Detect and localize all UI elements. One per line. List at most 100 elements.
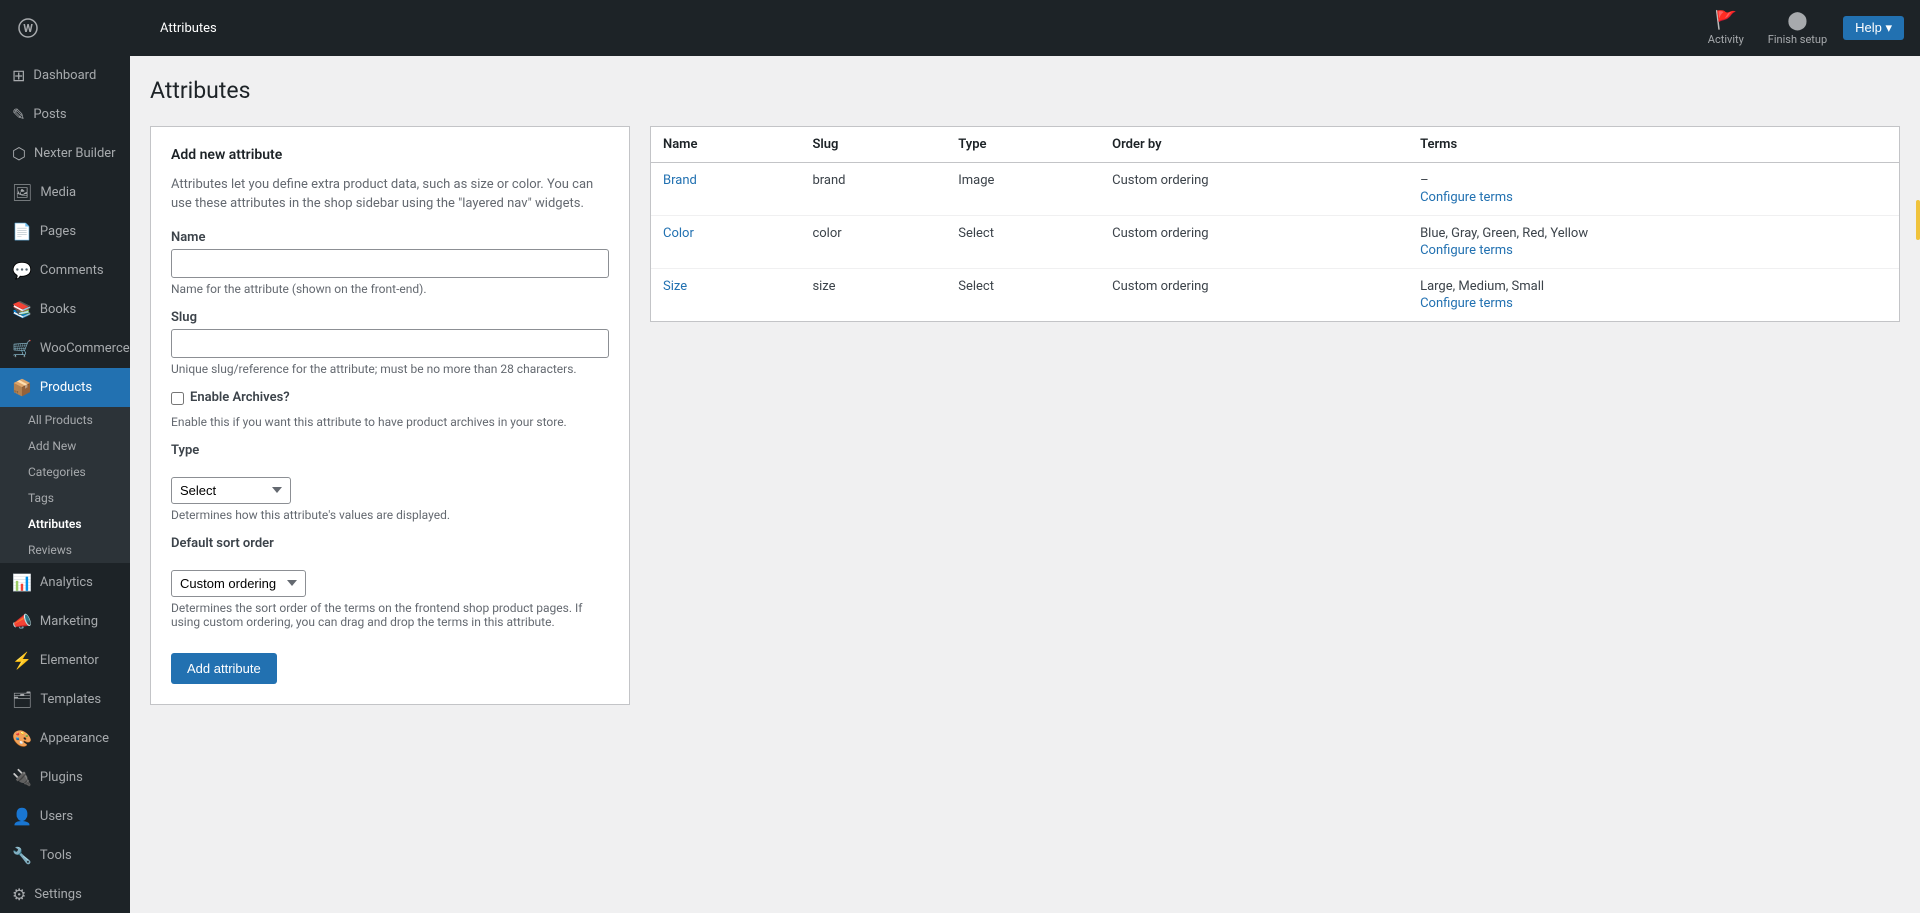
attributes-table: Name Slug Type Order by Terms Brand bran…: [651, 127, 1899, 321]
configure-terms-link[interactable]: Configure terms: [1420, 243, 1887, 258]
submenu-all-products[interactable]: All Products: [0, 407, 130, 433]
sidebar-item-label: Settings: [34, 887, 81, 902]
sidebar-item-woocommerce[interactable]: 🛒 WooCommerce: [0, 329, 130, 368]
finish-setup-icon: ⬤: [1787, 10, 1807, 31]
topbar-page-title: Attributes: [160, 21, 217, 36]
cell-name: Size: [651, 268, 800, 321]
activity-icon: 🚩: [1715, 10, 1737, 31]
cell-name: Brand: [651, 162, 800, 215]
tools-icon: 🔧: [12, 846, 32, 865]
attribute-name-link[interactable]: Size: [663, 279, 687, 294]
sort-order-hint: Determines the sort order of the terms o…: [171, 601, 609, 629]
appearance-icon: 🎨: [12, 729, 32, 748]
submenu-categories[interactable]: Categories: [0, 459, 130, 485]
sidebar-item-tools[interactable]: 🔧 Tools: [0, 836, 130, 875]
finish-setup-label: Finish setup: [1768, 33, 1827, 46]
add-attribute-button[interactable]: Add attribute: [171, 653, 277, 684]
sidebar: ⊞ Dashboard ✎ Posts ⬡ Nexter Builder 🖼 M…: [0, 56, 130, 913]
sidebar-item-pages[interactable]: 📄 Pages: [0, 212, 130, 251]
sidebar-item-label: Books: [40, 302, 76, 317]
sidebar-item-settings[interactable]: ⚙ Settings: [0, 875, 130, 913]
slug-field-group: Slug Unique slug/reference for the attri…: [171, 310, 609, 376]
configure-terms-link[interactable]: Configure terms: [1420, 190, 1887, 205]
sidebar-item-label: Dashboard: [33, 68, 96, 83]
dashboard-icon: ⊞: [12, 66, 25, 85]
finish-setup-button[interactable]: ⬤ Finish setup: [1760, 6, 1835, 50]
name-input[interactable]: [171, 249, 609, 278]
activity-button[interactable]: 🚩 Activity: [1700, 6, 1752, 50]
sidebar-item-books[interactable]: 📚 Books: [0, 290, 130, 329]
attribute-name-link[interactable]: Brand: [663, 173, 697, 188]
sidebar-item-plugins[interactable]: 🔌 Plugins: [0, 758, 130, 797]
cell-type: Select: [946, 215, 1100, 268]
sidebar-item-label: Users: [40, 809, 73, 824]
cell-type: Select: [946, 268, 1100, 321]
col-order-by: Order by: [1100, 127, 1408, 163]
sidebar-item-label: Pages: [40, 224, 76, 239]
enable-archives-group: Enable Archives? Enable this if you want…: [171, 390, 609, 429]
type-select[interactable]: Select Text Color Image: [171, 477, 291, 504]
sidebar-item-posts[interactable]: ✎ Posts: [0, 95, 130, 134]
table-header-row: Name Slug Type Order by Terms: [651, 127, 1899, 163]
cell-terms: Large, Medium, Small Configure terms: [1408, 268, 1899, 321]
cell-slug: color: [800, 215, 946, 268]
slug-label: Slug: [171, 310, 609, 325]
svg-text:W: W: [23, 22, 33, 35]
table-row: Brand brand Image Custom ordering – Conf…: [651, 162, 1899, 215]
sidebar-item-label: Appearance: [40, 731, 109, 746]
submenu-attributes[interactable]: Attributes: [0, 511, 130, 537]
help-button[interactable]: Help ▾: [1843, 16, 1904, 40]
configure-terms-link[interactable]: Configure terms: [1420, 296, 1887, 311]
slug-input[interactable]: [171, 329, 609, 358]
cell-order-by: Custom ordering: [1100, 215, 1408, 268]
sort-order-select[interactable]: Custom ordering Name Name (numeric) Term…: [171, 570, 306, 597]
name-field-group: Name Name for the attribute (shown on th…: [171, 230, 609, 296]
cell-order-by: Custom ordering: [1100, 162, 1408, 215]
page-heading: Attributes: [150, 76, 1900, 106]
sidebar-item-label: Analytics: [40, 575, 93, 590]
sidebar-item-marketing[interactable]: 📣 Marketing: [0, 602, 130, 641]
pages-icon: 📄: [12, 222, 32, 241]
col-terms: Terms: [1408, 127, 1899, 163]
sidebar-item-products[interactable]: 📦 Products: [0, 368, 130, 407]
templates-icon: 🗂: [12, 690, 32, 709]
users-icon: 👤: [12, 807, 32, 826]
content-layout: Add new attribute Attributes let you def…: [150, 126, 1900, 705]
col-type: Type: [946, 127, 1100, 163]
posts-icon: ✎: [12, 105, 25, 124]
enable-archives-label: Enable Archives?: [190, 390, 290, 405]
sidebar-item-templates[interactable]: 🗂 Templates: [0, 680, 130, 719]
sidebar-item-appearance[interactable]: 🎨 Appearance: [0, 719, 130, 758]
sidebar-item-label: Tools: [40, 848, 72, 863]
attribute-name-link[interactable]: Color: [663, 226, 694, 241]
add-attribute-form: Add new attribute Attributes let you def…: [150, 126, 630, 705]
name-hint: Name for the attribute (shown on the fro…: [171, 282, 609, 296]
sidebar-item-nexter-builder[interactable]: ⬡ Nexter Builder: [0, 134, 130, 173]
sidebar-item-label: Comments: [40, 263, 104, 278]
sort-order-label: Default sort order: [171, 536, 609, 551]
submenu-reviews[interactable]: Reviews: [0, 537, 130, 563]
cell-terms: Blue, Gray, Green, Red, Yellow Configure…: [1408, 215, 1899, 268]
marketing-icon: 📣: [12, 612, 32, 631]
name-label: Name: [171, 230, 609, 245]
sidebar-item-label: Products: [40, 380, 92, 395]
sidebar-item-comments[interactable]: 💬 Comments: [0, 251, 130, 290]
settings-icon: ⚙: [12, 885, 26, 904]
sidebar-item-label: Plugins: [40, 770, 83, 785]
top-bar: W Attributes 🚩 Activity ⬤ Finish setup H…: [0, 0, 1920, 56]
cell-slug: brand: [800, 162, 946, 215]
col-name: Name: [651, 127, 800, 163]
terms-value: –: [1420, 173, 1887, 188]
sidebar-item-users[interactable]: 👤 Users: [0, 797, 130, 836]
sidebar-item-dashboard[interactable]: ⊞ Dashboard: [0, 56, 130, 95]
sidebar-item-media[interactable]: 🖼 Media: [0, 173, 130, 212]
elementor-icon: ⚡: [12, 651, 32, 670]
sidebar-item-label: Templates: [40, 692, 101, 707]
sidebar-item-elementor[interactable]: ⚡ Elementor: [0, 641, 130, 680]
sidebar-item-analytics[interactable]: 📊 Analytics: [0, 563, 130, 602]
sidebar-item-label: Elementor: [40, 653, 99, 668]
terms-value: Blue, Gray, Green, Red, Yellow: [1420, 226, 1887, 241]
enable-archives-checkbox[interactable]: [171, 392, 184, 405]
submenu-add-new[interactable]: Add New: [0, 433, 130, 459]
submenu-tags[interactable]: Tags: [0, 485, 130, 511]
